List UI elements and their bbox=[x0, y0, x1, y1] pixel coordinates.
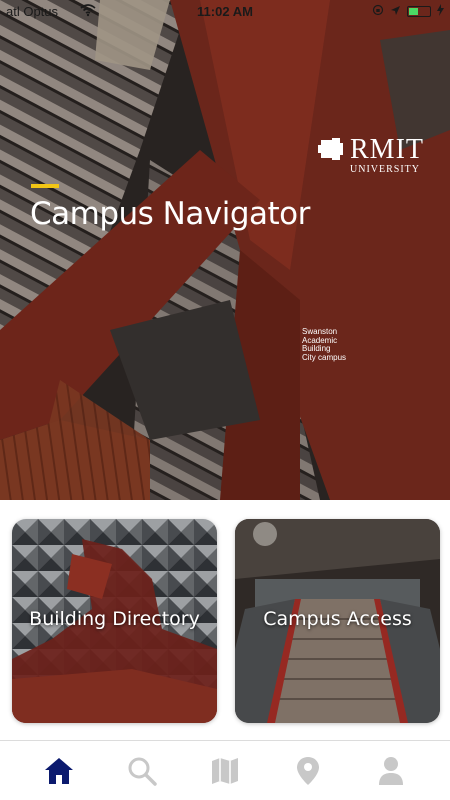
location-services-icon bbox=[390, 4, 401, 19]
building-directory-label: Building Directory bbox=[29, 608, 200, 630]
campus-access-card[interactable]: Campus Access bbox=[235, 519, 440, 723]
profile-icon bbox=[378, 756, 403, 785]
rmit-pixel-mark-icon bbox=[318, 138, 343, 160]
logo-subtext: UNIVERSITY bbox=[350, 164, 420, 175]
status-bar: atl Optus 11:02 AM bbox=[0, 0, 450, 24]
tab-map[interactable] bbox=[205, 751, 245, 791]
location-pin-icon bbox=[296, 756, 319, 785]
hero-banner: atl Optus 11:02 AM RMIT UNIVERSITY Campu… bbox=[0, 0, 450, 500]
home-icon bbox=[45, 757, 74, 784]
battery-icon bbox=[407, 6, 431, 17]
app-title: Campus Navigator bbox=[30, 196, 310, 232]
campus-access-label: Campus Access bbox=[263, 608, 412, 630]
bottom-tab-bar bbox=[0, 740, 450, 800]
title-accent-line bbox=[31, 184, 59, 188]
tab-locations[interactable] bbox=[288, 751, 328, 791]
logo-wordmark: RMIT bbox=[350, 134, 424, 165]
search-icon bbox=[128, 757, 157, 786]
rmit-logo: RMIT UNIVERSITY bbox=[318, 136, 424, 175]
tab-profile[interactable] bbox=[371, 751, 411, 791]
hero-background-image bbox=[0, 0, 450, 500]
tab-search[interactable] bbox=[122, 751, 162, 791]
map-icon bbox=[211, 757, 238, 784]
image-caption: Swanston Academic Building City campus bbox=[302, 327, 347, 362]
charging-icon bbox=[437, 4, 444, 19]
orientation-lock-icon bbox=[372, 4, 384, 19]
tab-home[interactable] bbox=[39, 751, 79, 791]
building-directory-card[interactable]: Building Directory bbox=[12, 519, 217, 723]
